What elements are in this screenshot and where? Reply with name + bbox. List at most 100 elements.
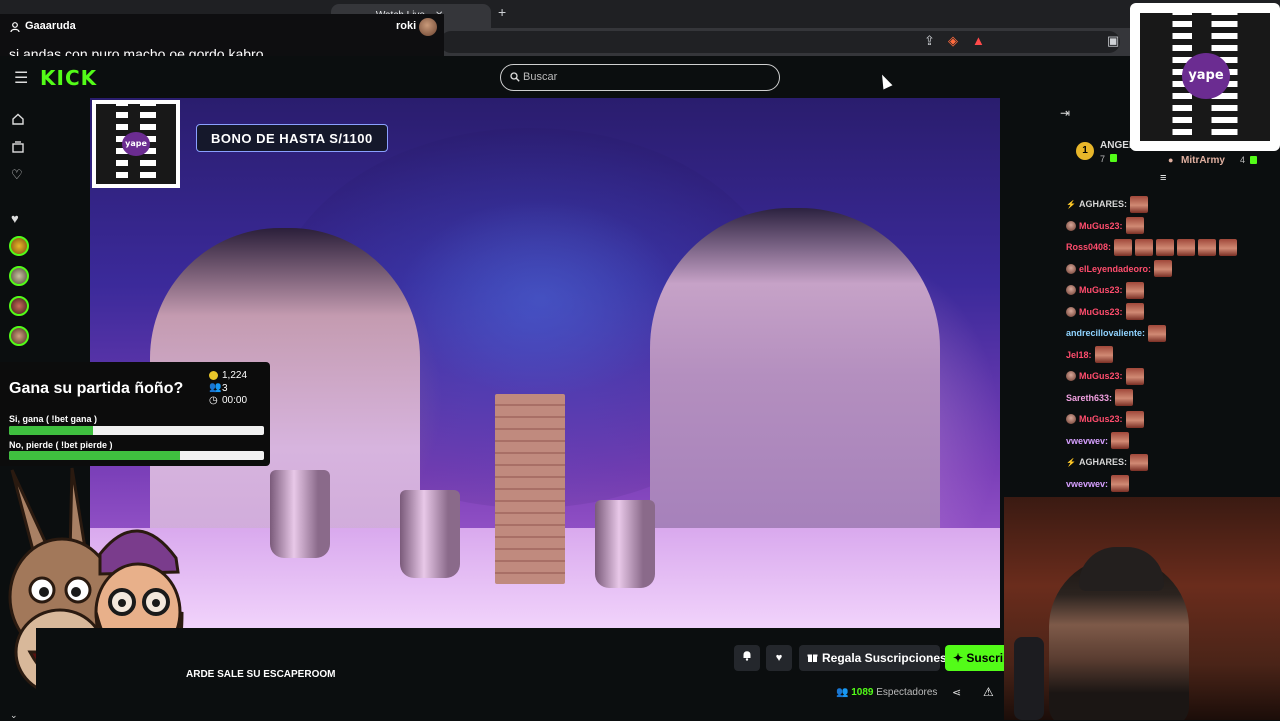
chat-message: Sareth633: <box>1066 389 1134 407</box>
clock-icon: ◷ <box>209 395 218 406</box>
gift-icon <box>807 654 818 663</box>
sparkle-icon: ✦ <box>953 651 967 665</box>
following-icon[interactable]: ♡ <box>11 167 23 183</box>
promo-banner: BONO DE HASTA S/1100 <box>196 124 388 152</box>
emote-icon <box>1115 389 1134 406</box>
chat-username[interactable]: AGHARES: <box>1079 457 1127 467</box>
stream-title: ARDE SALE SU ESCAPEROOM <box>186 669 336 680</box>
chat-username[interactable]: vwevwev: <box>1066 479 1108 489</box>
brave-shield-icon[interactable]: ◈ <box>948 33 958 49</box>
emote-icon <box>1148 324 1167 342</box>
poll-option-label: No, pierde ( !bet pierde ) <box>9 440 113 450</box>
pinned-toggle-icon[interactable]: ≡ <box>1160 172 1166 184</box>
share-icon[interactable]: ⋖ <box>952 686 961 699</box>
chat-message: vwevwev: <box>1066 475 1130 493</box>
report-icon[interactable]: ⚠ <box>983 685 994 699</box>
chat-message: andrecillovaliente: <box>1066 324 1167 342</box>
streamer-webcam <box>1004 497 1280 720</box>
poll-participants: 3 <box>222 383 228 394</box>
gift-leader-badge-icon: ● <box>1168 155 1174 165</box>
participants-icon: 👥 <box>209 382 222 393</box>
emote-icon <box>1125 303 1144 320</box>
kick-logo[interactable]: KICK <box>40 66 97 90</box>
new-tab-button[interactable]: + <box>498 4 506 20</box>
collapse-arrow-icon[interactable]: ⌄ <box>10 710 18 721</box>
poll-fill <box>9 426 94 435</box>
chat-username[interactable]: AGHARES: <box>1079 199 1127 209</box>
bell-icon <box>743 651 751 661</box>
viewer-count: 👥 1089 Espectadores <box>836 687 937 698</box>
user-badge-icon <box>1066 285 1076 295</box>
user-badge-icon <box>1066 263 1076 274</box>
emote-icon <box>1129 453 1148 471</box>
video-cup <box>595 500 655 588</box>
followed-channel-avatar[interactable] <box>9 326 29 346</box>
poll-timer: 00:00 <box>222 395 248 406</box>
emote-icon <box>1198 238 1217 256</box>
overlay-username: Gaaaruda <box>25 20 76 32</box>
user-badge-icon <box>1066 306 1076 317</box>
user-badge-icon <box>1066 220 1076 231</box>
chat-username[interactable]: MuGus23: <box>1079 307 1123 317</box>
followed-channel-avatar[interactable] <box>9 236 29 256</box>
lightning-badge-icon: ⚡ <box>1066 199 1076 209</box>
emote-icon <box>1125 217 1144 234</box>
emote-icon <box>1135 238 1154 256</box>
emote-icon <box>1125 367 1144 385</box>
browse-icon[interactable] <box>12 141 24 153</box>
share-page-icon[interactable]: ⇪ <box>924 33 935 49</box>
chat-username[interactable]: elLeyendadeoro: <box>1079 264 1151 274</box>
chat-username[interactable]: MuGus23: <box>1079 221 1123 231</box>
sidebar-toggle-icon[interactable]: ▣ <box>1107 33 1119 49</box>
emote-icon <box>1219 238 1238 256</box>
emote-icon <box>1156 238 1175 256</box>
chat-message: vwevwev: <box>1066 432 1130 450</box>
video-cup <box>400 490 460 578</box>
viewers-number: 1089 <box>851 687 874 698</box>
chat-username[interactable]: vwevwev: <box>1066 436 1108 446</box>
chat-username[interactable]: MuGus23: <box>1079 285 1123 295</box>
video-cup <box>270 470 330 558</box>
webcam-chair <box>1014 637 1044 720</box>
chat-message: Jel18: <box>1066 346 1113 364</box>
followed-channel-avatar[interactable] <box>9 296 29 316</box>
home-icon[interactable] <box>12 113 24 125</box>
chat-username[interactable]: Sareth633: <box>1066 393 1112 403</box>
lightning-badge-icon: ⚡ <box>1066 457 1076 467</box>
viewers-label: Espectadores <box>876 687 938 698</box>
poll-coins: 1,224 <box>222 370 248 381</box>
chat-username[interactable]: andrecillovaliente: <box>1066 328 1145 338</box>
chat-message: MuGus23: <box>1066 217 1144 235</box>
poll-option-bar <box>9 451 264 460</box>
follow-button[interactable]: ♥ <box>766 645 792 671</box>
yape-qr-code-large: yape <box>1130 3 1280 151</box>
emote-icon <box>1114 238 1133 256</box>
chat-username[interactable]: MuGus23: <box>1079 414 1123 424</box>
poll-option-label: Si, gana ( !bet gana ) <box>9 414 98 424</box>
followed-channels-icon: ♥ <box>11 211 19 226</box>
chat-message: MuGus23: <box>1066 367 1144 385</box>
chat-username[interactable]: Ross0408: <box>1066 242 1111 252</box>
user-badge-icon <box>1066 371 1076 381</box>
followed-channel-avatar[interactable] <box>9 266 29 286</box>
gift-subscriptions-button[interactable]: Regala Suscripciones <box>799 645 947 671</box>
search-placeholder: Buscar <box>523 71 558 83</box>
emote-icon <box>1177 238 1196 256</box>
emote-icon <box>1094 346 1113 363</box>
address-bar[interactable] <box>440 31 1120 53</box>
avatar <box>419 18 437 36</box>
emote-icon <box>1111 475 1130 492</box>
yape-logo: yape <box>1182 53 1230 99</box>
gift-icon <box>1250 156 1257 164</box>
notifications-button[interactable] <box>734 645 760 671</box>
chat-username[interactable]: Jel18: <box>1066 350 1092 360</box>
collapse-chat-icon[interactable]: ⇥ <box>1060 106 1070 120</box>
chat-username[interactable]: MuGus23: <box>1079 371 1123 381</box>
gift-leader-name[interactable]: MitrArmy <box>1181 155 1225 166</box>
yape-logo: yape <box>122 132 150 156</box>
menu-icon[interactable]: ☰ <box>14 68 28 88</box>
rewards-icon[interactable]: ▲ <box>972 33 985 48</box>
user-icon <box>10 22 20 32</box>
emote-icon <box>1129 195 1148 213</box>
gift-leader-rank: 1 <box>1076 142 1094 160</box>
